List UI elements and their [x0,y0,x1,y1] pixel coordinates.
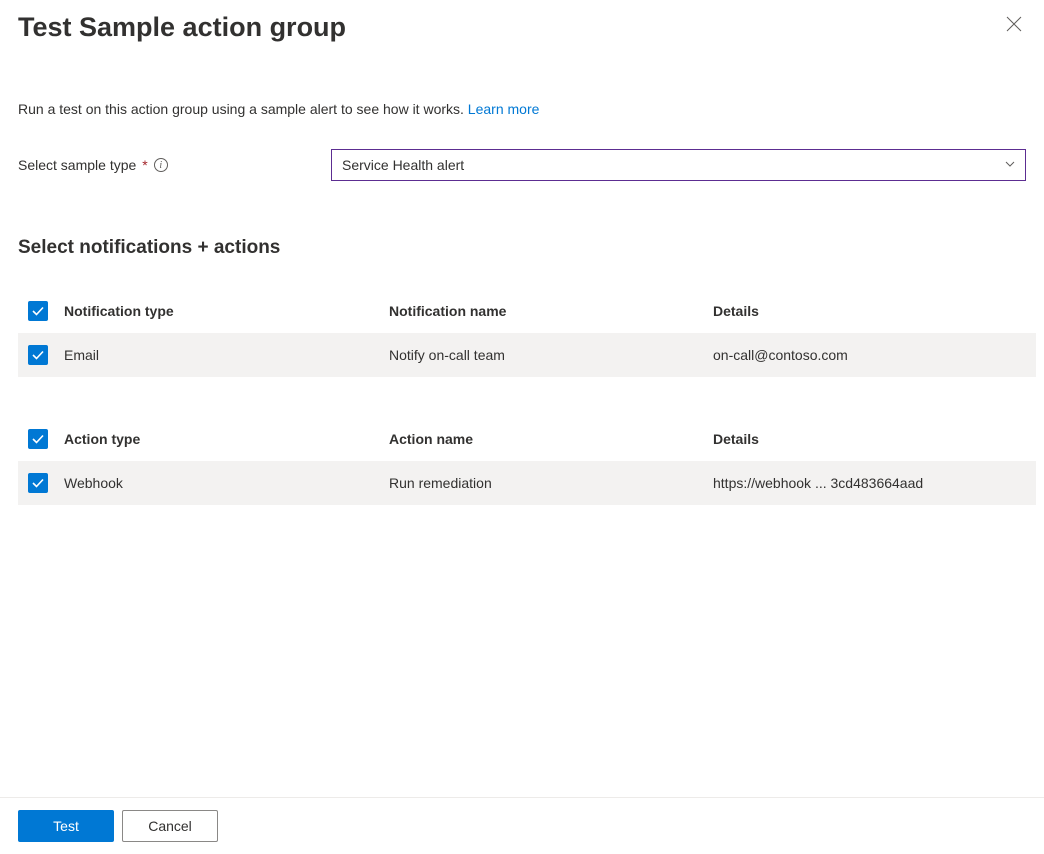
footer: Test Cancel [0,797,1044,854]
select-all-actions-checkbox[interactable] [28,429,48,449]
notification-type-header: Notification type [64,303,389,319]
table-header-row: Action type Action name Details [18,417,1036,461]
table-row: Webhook Run remediation https://webhook … [18,461,1036,505]
test-button[interactable]: Test [18,810,114,842]
notification-details-header: Details [713,303,1026,319]
notifications-table: Notification type Notification name Deta… [18,289,1036,377]
page-title: Test Sample action group [18,12,346,43]
actions-table: Action type Action name Details Webhook … [18,417,1036,505]
description-text: Run a test on this action group using a … [0,101,1044,117]
action-name-cell: Run remediation [389,475,713,491]
sample-type-label: Select sample type [18,157,136,173]
action-details-cell: https://webhook ... 3cd483664aad [713,475,1026,491]
close-button[interactable] [1002,12,1026,36]
section-heading: Select notifications + actions [0,237,1044,259]
close-icon [1006,16,1022,32]
action-name-header: Action name [389,431,713,447]
action-row-checkbox[interactable] [28,473,48,493]
action-type-cell: Webhook [64,475,389,491]
required-indicator: * [142,157,147,173]
table-header-row: Notification type Notification name Deta… [18,289,1036,333]
notification-name-cell: Notify on-call team [389,347,713,363]
sample-type-select[interactable]: Service Health alert [331,149,1026,181]
sample-type-selected-value: Service Health alert [342,157,464,173]
cancel-button[interactable]: Cancel [122,810,218,842]
select-all-notifications-checkbox[interactable] [28,301,48,321]
action-details-header: Details [713,431,1026,447]
table-row: Email Notify on-call team on-call@contos… [18,333,1036,377]
info-icon[interactable]: i [154,158,168,172]
notification-type-cell: Email [64,347,389,363]
learn-more-link[interactable]: Learn more [468,101,540,117]
notification-row-checkbox[interactable] [28,345,48,365]
notification-name-header: Notification name [389,303,713,319]
notification-details-cell: on-call@contoso.com [713,347,1026,363]
description-body: Run a test on this action group using a … [18,101,468,117]
action-type-header: Action type [64,431,389,447]
